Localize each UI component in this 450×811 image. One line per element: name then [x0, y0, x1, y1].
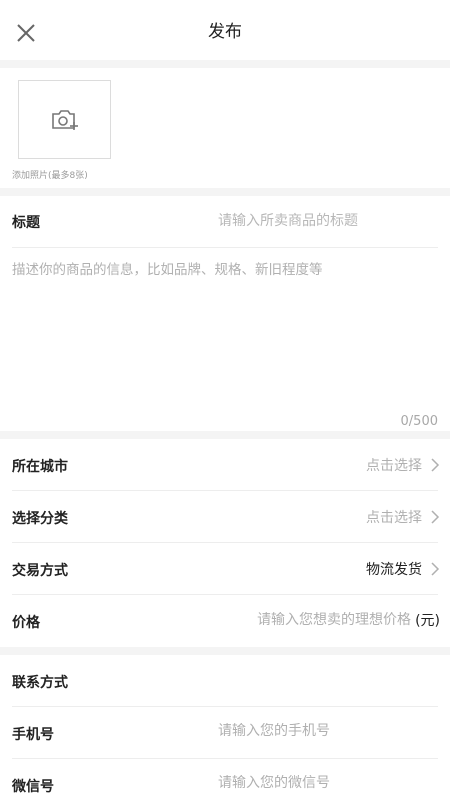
section-gap	[0, 647, 450, 655]
price-unit: (元)	[415, 613, 440, 629]
chevron-right-icon	[431, 458, 440, 472]
add-photo-button[interactable]	[18, 80, 111, 159]
chevron-right-icon	[431, 562, 440, 576]
phone-input[interactable]	[218, 723, 438, 739]
price-row: 价格 (元)	[0, 595, 450, 647]
price-input[interactable]	[231, 612, 412, 628]
wechat-input[interactable]	[218, 775, 438, 791]
category-row[interactable]: 选择分类 点击选择	[0, 491, 450, 543]
price-label: 价格	[12, 615, 40, 631]
category-value: 点击选择	[366, 510, 422, 526]
trade-method-value: 物流发货	[366, 562, 422, 578]
top-bar: 发布	[0, 0, 450, 60]
contact-label: 联系方式	[12, 675, 68, 691]
city-value: 点击选择	[366, 458, 422, 474]
category-select[interactable]: 点击选择	[366, 507, 440, 527]
section-gap	[0, 188, 450, 196]
phone-row: 手机号	[0, 707, 450, 759]
title-row: 标题	[0, 196, 450, 248]
city-row[interactable]: 所在城市 点击选择	[0, 439, 450, 491]
chevron-right-icon	[431, 510, 440, 524]
title-label: 标题	[12, 215, 40, 231]
description-input[interactable]	[12, 258, 438, 398]
trade-method-label: 交易方式	[12, 563, 68, 579]
city-label: 所在城市	[12, 459, 68, 475]
char-counter: 0/500	[400, 414, 438, 429]
trade-method-select[interactable]: 物流发货	[366, 559, 440, 579]
photo-section: 添加照片(最多8张)	[0, 68, 450, 188]
section-gap	[0, 431, 450, 439]
wechat-label: 微信号	[12, 779, 54, 795]
page-title: 发布	[208, 22, 242, 42]
title-input[interactable]	[218, 210, 438, 232]
wechat-row: 微信号	[0, 759, 450, 811]
description-area: 0/500	[0, 248, 450, 431]
photo-hint: 添加照片(最多8张)	[12, 171, 88, 181]
price-field: (元)	[231, 610, 440, 630]
camera-add-icon	[51, 109, 78, 130]
category-label: 选择分类	[12, 511, 68, 527]
city-select[interactable]: 点击选择	[366, 455, 440, 475]
phone-label: 手机号	[12, 727, 54, 743]
trade-method-row[interactable]: 交易方式 物流发货	[0, 543, 450, 595]
contact-header-row: 联系方式	[0, 655, 450, 707]
